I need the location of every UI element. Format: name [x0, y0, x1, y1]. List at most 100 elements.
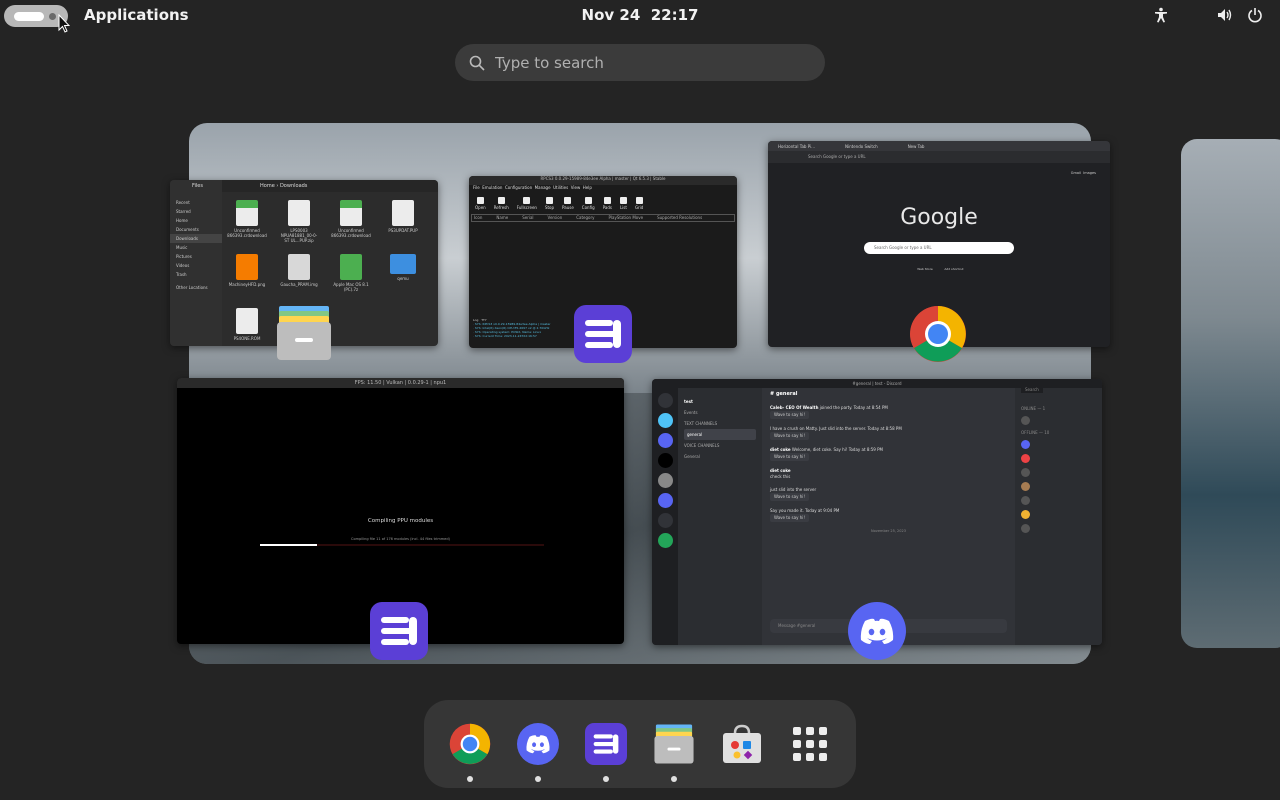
- search-box[interactable]: Search: [1021, 386, 1043, 393]
- member[interactable]: [1021, 416, 1096, 425]
- member[interactable]: [1021, 496, 1096, 505]
- member[interactable]: [1021, 454, 1096, 463]
- chrome-omnibox[interactable]: Search Google or type a URL: [768, 151, 1110, 163]
- voice-channel-general[interactable]: General: [684, 451, 756, 462]
- member[interactable]: [1021, 524, 1096, 533]
- menu-item[interactable]: File: [473, 185, 480, 190]
- tool-fullscreen[interactable]: Fullscreen: [517, 196, 537, 210]
- files-sidebar-item[interactable]: Videos: [170, 261, 222, 270]
- accessibility-icon[interactable]: [1152, 6, 1170, 24]
- dash-rpcs3[interactable]: [582, 720, 630, 782]
- file-item[interactable]: Gaucha_PRAM.img: [280, 254, 318, 302]
- power-icon[interactable]: [1246, 6, 1264, 24]
- file-item[interactable]: LPS0003 NPUA81881_00-0-ST UL...PUP.zip: [280, 200, 318, 248]
- dash-discord[interactable]: [514, 720, 562, 782]
- discord-app-icon: [848, 602, 906, 660]
- workspace-next[interactable]: [1181, 139, 1280, 648]
- member[interactable]: [1021, 440, 1096, 449]
- tool-list[interactable]: List: [619, 196, 627, 210]
- member[interactable]: [1021, 510, 1096, 519]
- server-icon[interactable]: [657, 453, 673, 468]
- wave-button[interactable]: Wave to say hi!: [770, 411, 809, 419]
- tool-open[interactable]: Open: [475, 196, 486, 210]
- shortcut-add[interactable]: Add shortcut: [944, 267, 964, 271]
- discord-home-icon[interactable]: [657, 393, 673, 408]
- member[interactable]: [1021, 482, 1096, 491]
- add-server-icon[interactable]: [657, 513, 673, 528]
- path-home[interactable]: Home: [260, 183, 275, 189]
- server-icon[interactable]: [657, 413, 673, 428]
- tool-config[interactable]: Config: [582, 196, 595, 210]
- tool-pause[interactable]: Pause: [562, 196, 574, 210]
- server-icon[interactable]: [657, 473, 673, 488]
- column-header[interactable]: Name: [496, 215, 508, 221]
- dash-software[interactable]: [718, 720, 766, 768]
- search-input[interactable]: [495, 53, 795, 72]
- tool-pads[interactable]: Pads: [603, 196, 612, 210]
- dash-files[interactable]: [650, 720, 698, 782]
- files-sidebar-item[interactable]: Downloads: [170, 234, 222, 243]
- wave-button[interactable]: Wave to say hi!: [770, 514, 809, 522]
- message-author[interactable]: diet coke: [770, 468, 791, 473]
- file-item[interactable]: PS3UPDAT.PUP: [384, 200, 422, 248]
- files-sidebar-item[interactable]: Home: [170, 216, 222, 225]
- server-name[interactable]: test: [684, 396, 756, 407]
- column-header[interactable]: PlayStation Move: [609, 215, 644, 221]
- file-item[interactable]: PS4ONE.ROM: [228, 308, 266, 346]
- column-header[interactable]: Supported Resolutions: [657, 215, 702, 221]
- menu-item[interactable]: Configuration: [505, 185, 532, 190]
- files-sidebar-item[interactable]: Documents: [170, 225, 222, 234]
- dash-chrome[interactable]: [446, 720, 494, 782]
- overview-search[interactable]: [455, 44, 825, 81]
- show-apps-button[interactable]: [786, 720, 834, 768]
- tool-grid[interactable]: Grid: [635, 196, 643, 210]
- server-icon[interactable]: [657, 433, 673, 448]
- files-sidebar-item[interactable]: Trash: [170, 270, 222, 279]
- volume-icon[interactable]: [1216, 6, 1234, 24]
- tool-refresh[interactable]: Refresh: [494, 196, 509, 210]
- wave-button[interactable]: Wave to say hi!: [770, 432, 809, 440]
- member[interactable]: [1021, 468, 1096, 477]
- files-icon: [654, 724, 694, 764]
- clock[interactable]: Nov 24 22:17: [0, 6, 1280, 24]
- search-icon: [469, 55, 485, 71]
- menu-item[interactable]: Emulation: [482, 185, 502, 190]
- gmail-link[interactable]: Gmail: [1071, 171, 1081, 175]
- files-sidebar-item[interactable]: Other Locations: [170, 283, 222, 292]
- menu-item[interactable]: Manage: [535, 185, 551, 190]
- column-header[interactable]: Category: [576, 215, 594, 221]
- column-header[interactable]: Version: [548, 215, 563, 221]
- column-header[interactable]: Icon: [474, 215, 482, 221]
- file-item[interactable]: Unconfirmed 866393.crdownload: [227, 200, 267, 248]
- chrome-tab[interactable]: Nintendo Switch: [845, 144, 878, 149]
- wave-button[interactable]: Wave to say hi!: [770, 493, 809, 501]
- menu-item[interactable]: Help: [583, 185, 592, 190]
- events-item[interactable]: Events: [684, 407, 756, 418]
- tool-stop[interactable]: Stop: [545, 196, 554, 210]
- message-author[interactable]: Caleb- CEO Of Wealth: [770, 405, 818, 410]
- google-search-box[interactable]: Search Google or type a URL: [864, 242, 1014, 254]
- wave-button[interactable]: Wave to say hi!: [770, 453, 809, 461]
- channel-general[interactable]: general: [684, 429, 756, 440]
- path-downloads[interactable]: Downloads: [280, 183, 307, 189]
- file-item[interactable]: MachineyHFD.png: [228, 254, 266, 302]
- files-sidebar-item[interactable]: Starred: [170, 207, 222, 216]
- files-sidebar-item[interactable]: Pictures: [170, 252, 222, 261]
- column-header[interactable]: Serial: [522, 215, 533, 221]
- files-sidebar-item[interactable]: Music: [170, 243, 222, 252]
- server-icon[interactable]: [657, 493, 673, 508]
- folder-item[interactable]: qemu: [384, 254, 422, 302]
- chrome-tab[interactable]: New Tab: [908, 144, 925, 149]
- files-pathbar: Files Home › Downloads: [192, 180, 438, 192]
- menu-item[interactable]: Utilities: [553, 185, 568, 190]
- explore-icon[interactable]: [657, 533, 673, 548]
- shortcut-web-store[interactable]: Web Store: [915, 267, 935, 271]
- chrome-tab[interactable]: Horizontal Tab Pi...: [778, 144, 815, 149]
- file-item[interactable]: Apple Mac OS 8.1 (PC).7z: [332, 254, 370, 302]
- images-link[interactable]: Images: [1083, 171, 1096, 175]
- message-author[interactable]: diet coke: [770, 447, 791, 452]
- menu-item[interactable]: View: [571, 185, 581, 190]
- file-item[interactable]: Unconfirmed 866393.crdownload: [331, 200, 371, 248]
- compile-message: Compiling PPU modules: [367, 518, 434, 524]
- files-sidebar-item[interactable]: Recent: [170, 198, 222, 207]
